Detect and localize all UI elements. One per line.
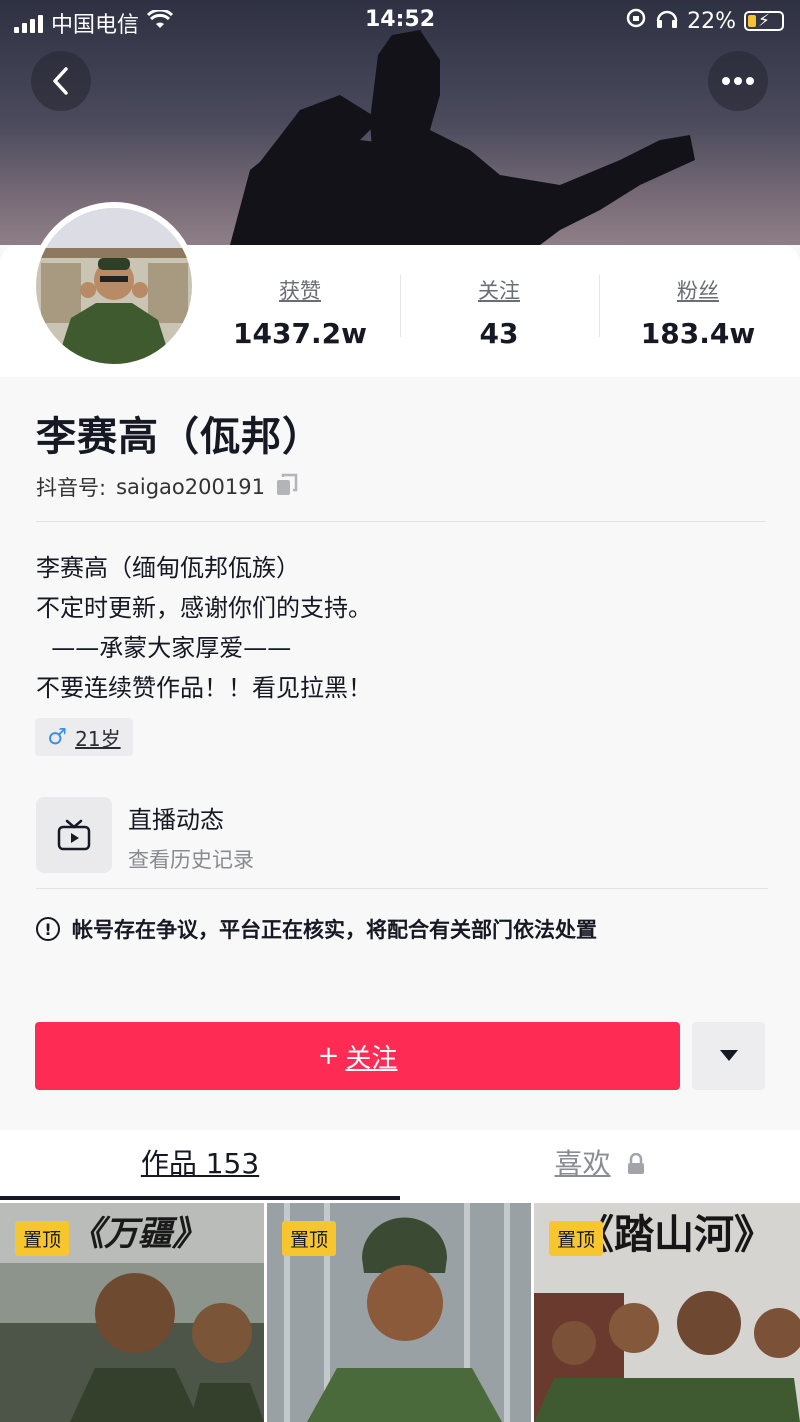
- video-grid: 《万疆》 置顶 置顶 《踏山河》 置顶: [0, 1203, 800, 1422]
- stat-following-label: 关注: [478, 279, 520, 303]
- active-tab-indicator: [0, 1196, 400, 1200]
- video-thumbnail[interactable]: 《万疆》 置顶: [0, 1203, 264, 1422]
- stat-following[interactable]: 关注 43: [399, 275, 599, 350]
- video-overlay-text: 《万疆》: [70, 1214, 206, 1254]
- tv-icon: [57, 819, 91, 851]
- stat-followers[interactable]: 粉丝 183.4w: [598, 275, 798, 350]
- age-label: 21岁: [75, 726, 121, 751]
- warning-text: 帐号存在争议，平台正在核实，将配合有关部门依法处置: [72, 918, 597, 942]
- pinned-badge: 置顶: [282, 1221, 337, 1256]
- video-thumbnail[interactable]: 置顶: [267, 1203, 531, 1422]
- lock-icon: [628, 1152, 645, 1174]
- follow-label: 关注: [345, 1043, 398, 1074]
- stat-followers-value: 183.4w: [640, 317, 756, 350]
- stat-likes-value: 1437.2w: [233, 317, 367, 350]
- bio-line: 不要连续赞作品！！看见拉黑！: [36, 674, 372, 702]
- recommend-dropdown-button[interactable]: [692, 1022, 765, 1090]
- bio-line: 李赛高（缅甸佤邦佤族）: [36, 554, 300, 582]
- stat-followers-label: 粉丝: [677, 279, 719, 303]
- avatar[interactable]: [30, 202, 198, 370]
- plus-icon: +: [317, 1041, 340, 1071]
- douyin-id-label: 抖音号:: [36, 476, 107, 500]
- live-title[interactable]: 直播动态: [128, 800, 224, 835]
- more-button[interactable]: [708, 51, 768, 111]
- tab-works-label: 作品 153: [140, 1147, 260, 1180]
- tab-likes[interactable]: 喜欢: [400, 1142, 800, 1182]
- profile-name: 李赛高（佤邦）: [36, 414, 323, 460]
- stat-following-value: 43: [479, 317, 519, 350]
- video-overlay-text: 《踏山河》: [574, 1211, 774, 1258]
- headphones-icon: [655, 7, 679, 35]
- back-button[interactable]: [31, 51, 91, 111]
- pinned-badge: 置顶: [549, 1221, 604, 1256]
- battery-percent: 22%: [687, 8, 736, 34]
- profile-bio: 李赛高（缅甸佤邦佤族） 不定时更新，感谢你们的支持。 ——承蒙大家厚爱—— 不要…: [36, 548, 372, 708]
- account-warning: ! 帐号存在争议，平台正在核实，将配合有关部门依法处置: [36, 914, 597, 944]
- video-thumbnail[interactable]: 《踏山河》 置顶: [534, 1203, 800, 1422]
- douyin-id-value: saigao200191: [116, 475, 265, 499]
- bio-line: ——承蒙大家厚爱——: [36, 634, 292, 662]
- tab-works[interactable]: 作品 153: [0, 1142, 400, 1182]
- battery-icon: ⚡: [744, 11, 784, 31]
- douyin-id: 抖音号: saigao200191: [36, 472, 299, 502]
- more-dots-icon: [722, 77, 754, 85]
- copy-icon[interactable]: [275, 473, 299, 502]
- status-bar: 中国电信 14:52 22% ⚡: [0, 0, 800, 40]
- divider: [36, 521, 766, 522]
- age-gender-tag: ♂ 21岁: [35, 718, 133, 756]
- male-icon: ♂: [47, 724, 68, 750]
- warning-icon: !: [36, 917, 60, 941]
- tab-likes-label: 喜欢: [554, 1147, 611, 1180]
- back-arrow-icon: [53, 67, 68, 95]
- pinned-badge: 置顶: [15, 1221, 70, 1256]
- follow-button[interactable]: + 关注: [35, 1022, 680, 1090]
- bio-line: 不定时更新，感谢你们的支持。: [36, 594, 372, 622]
- live-history-button[interactable]: [36, 797, 112, 873]
- live-subtitle[interactable]: 查看历史记录: [128, 844, 254, 874]
- orientation-lock-icon: [625, 7, 647, 35]
- divider: [36, 888, 768, 889]
- caret-down-icon: [719, 1050, 738, 1061]
- stat-likes[interactable]: 获赞 1437.2w: [200, 275, 400, 350]
- avatar-photo-image: [36, 208, 192, 364]
- stat-likes-label: 获赞: [279, 279, 321, 303]
